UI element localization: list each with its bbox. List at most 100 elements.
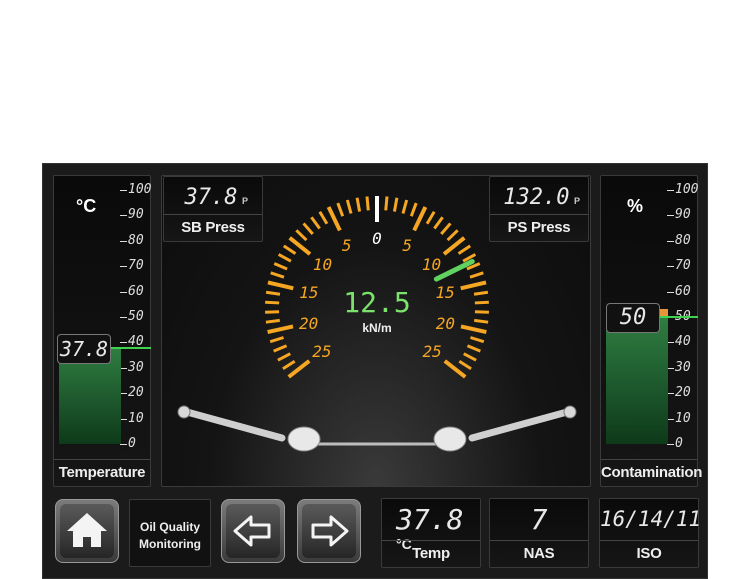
temperature-scale-tick: [120, 342, 127, 344]
temperature-scale-tick-label: 60: [128, 283, 144, 299]
contamination-scale-tick: [667, 190, 674, 191]
contamination-scale-tick-label: 60: [675, 283, 691, 299]
left-tiller-arm: [287, 426, 321, 452]
gauge-unit: kN/m: [362, 321, 392, 335]
temperature-scale-tick-label: 20: [128, 385, 144, 401]
contamination-scale-tick: [667, 393, 674, 395]
gauge-left-label: 25: [312, 342, 331, 361]
gauge-right-label: 25: [423, 342, 442, 361]
contamination-scale-tick-label: 40: [675, 334, 691, 350]
gauge-tick: [273, 262, 288, 271]
gauge-tick: [273, 344, 288, 353]
gauge-tick: [433, 216, 444, 230]
gauge-right-label: 5: [402, 236, 412, 255]
gauge-tick: [336, 202, 345, 217]
gauge-tick: [282, 359, 296, 371]
nas-value: 7: [530, 503, 548, 536]
gauge-tick: [463, 352, 477, 362]
right-pivot: [563, 405, 577, 419]
contamination-scale-tick: [667, 444, 674, 445]
gauge-left-label: 5: [342, 236, 352, 255]
ps-press-unit: P: [573, 196, 580, 206]
gauge-tick: [446, 229, 459, 242]
temperature-label: Temperature: [54, 459, 150, 486]
gauge-tick: [345, 199, 353, 214]
forward-button[interactable]: [297, 499, 361, 563]
sb-press-unit: P: [241, 196, 248, 206]
nas-label: NAS: [490, 540, 588, 567]
home-button[interactable]: [55, 499, 119, 563]
temperature-scale-tick-label: 80: [128, 232, 144, 248]
nas-box: 7 NAS: [489, 498, 589, 568]
gauge-tick: [440, 222, 452, 235]
arrow-left-icon: [233, 515, 271, 547]
contamination-scale-tick: [667, 367, 674, 369]
gauge-tick: [409, 202, 418, 217]
gauge-value: 12.5: [343, 286, 411, 319]
gauge-tick: [267, 280, 294, 291]
sb-press-value-row: 37.8 P: [185, 185, 248, 210]
contamination-scale-tick: [667, 418, 674, 420]
gauge-tick: [469, 271, 484, 279]
ps-press-box: 132.0 P PS Press: [489, 176, 589, 242]
gauge-tick: [392, 197, 399, 212]
gauge-tick: [460, 280, 487, 291]
temp-value: 37.8: [396, 503, 464, 536]
gauge-tick: [466, 344, 481, 353]
iso-label: ISO: [600, 540, 698, 567]
temperature-scale-tick-label: 0: [128, 436, 136, 451]
gauge-tick: [265, 310, 280, 314]
temp-label: Temp: [382, 540, 480, 567]
gauge-left-label: 20: [299, 314, 318, 333]
dashboard-panel: °C 100 90 80 70 60 50 40 30 20 10 0 37.8 Temperatu…: [42, 163, 708, 579]
temperature-scale-tick: [120, 418, 127, 420]
contamination-scale-tick-label: 20: [675, 385, 691, 401]
gauge-tick: [295, 229, 308, 242]
left-pivot: [177, 405, 191, 419]
temperature-scale-tick: [120, 190, 127, 191]
contamination-scale-tick-label: 90: [675, 207, 691, 223]
contamination-scale-tick: [667, 342, 674, 344]
gauge-tick: [310, 216, 321, 230]
left-cylinder-rod: [183, 408, 286, 442]
gauge-tick: [269, 336, 284, 344]
temperature-scale-tick-label: 70: [128, 258, 144, 274]
back-button[interactable]: [221, 499, 285, 563]
gauge-tick: [265, 290, 281, 296]
temperature-scale-tick: [120, 444, 127, 445]
sb-press-value: 37.8: [184, 185, 238, 210]
gauge-tick: [473, 290, 489, 296]
right-tiller-arm: [433, 426, 467, 452]
gauge-tick: [384, 196, 389, 211]
gauge-tick: [401, 199, 409, 214]
iso-value: 16/14/11: [600, 507, 702, 531]
gauge-tick: [265, 300, 280, 305]
temperature-scale-tick: [120, 266, 127, 268]
iso-box: 16/14/11 ISO: [599, 498, 702, 568]
sb-press-label: SB Press: [164, 214, 262, 241]
gauge-right-label: 15: [436, 283, 455, 302]
contamination-scale-tick: [667, 240, 674, 242]
gauge-tick: [474, 310, 489, 314]
temperature-gauge: °C 100 90 80 70 60 50 40 30 20 10 0 37.8 Temperatu…: [53, 175, 151, 487]
temperature-scale-tick: [120, 291, 127, 293]
gauge-right-label: 20: [436, 314, 455, 333]
gauge-tick: [277, 253, 292, 263]
right-cylinder-rod: [468, 408, 571, 442]
gauge-center-label: 0: [372, 229, 382, 248]
ps-press-value-row: 132.0 P: [503, 185, 580, 210]
gauge-tick: [267, 324, 294, 335]
temp-box: 37.8 °C Temp: [381, 498, 481, 568]
contamination-scale-tick-label: 10: [675, 410, 691, 426]
gauge-needle: [433, 259, 475, 282]
gauge-tick: [425, 210, 436, 225]
gauge-tick: [318, 210, 329, 225]
gauge-tick: [326, 206, 342, 232]
gauge-tick: [474, 300, 489, 305]
ps-press-label: PS Press: [490, 214, 588, 241]
gauge-tick: [470, 336, 485, 344]
gauge-tick: [277, 352, 291, 362]
screen-title-line2: Monitoring: [139, 537, 201, 551]
gauge-tick: [355, 197, 362, 212]
sb-press-box: 37.8 P SB Press: [163, 176, 263, 242]
